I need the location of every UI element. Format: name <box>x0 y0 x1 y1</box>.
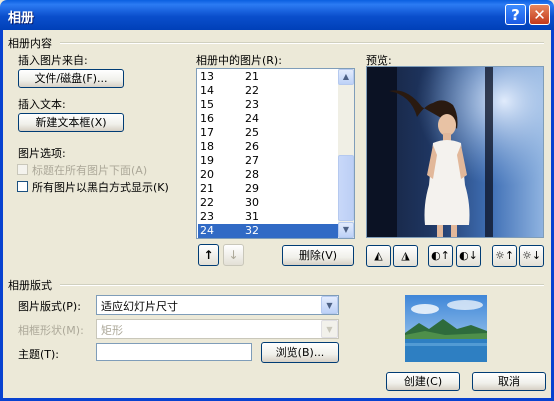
list-item-picture-number: 30 <box>245 196 259 209</box>
album-layout-divider <box>60 284 544 286</box>
dropdown-arrow-icon[interactable]: ▼ <box>321 320 338 338</box>
list-item-slide-number: 13 <box>200 70 214 83</box>
brightness-down-button[interactable]: ☼↓ <box>519 245 544 267</box>
contrast-up-icon: ◐↑ <box>431 249 450 262</box>
file-disk-button[interactable]: 文件/磁盘(F)... <box>18 69 124 88</box>
contrast-up-button[interactable]: ◐↑ <box>428 245 453 267</box>
list-item-picture-number: 25 <box>245 126 259 139</box>
list-item-slide-number: 19 <box>200 154 214 167</box>
cancel-button[interactable]: 取消 <box>472 372 546 391</box>
frame-shape-value: 矩形 <box>101 324 123 337</box>
list-item-slide-number: 15 <box>200 98 214 111</box>
contrast-down-icon: ◐↓ <box>459 249 478 262</box>
list-item-slide-number: 24 <box>200 224 214 237</box>
list-item-picture-number: 24 <box>245 112 259 125</box>
caption-below-checkbox[interactable] <box>17 164 28 175</box>
help-button[interactable]: ? <box>505 4 526 25</box>
all-bw-checkbox[interactable] <box>17 181 28 192</box>
list-item[interactable]: 19 27 <box>198 154 338 168</box>
picture-options-label: 图片选项: <box>18 147 66 160</box>
album-layout-heading: 相册版式 <box>8 279 52 292</box>
list-item[interactable]: 14 22 <box>198 84 338 98</box>
list-item-picture-number: 26 <box>245 140 259 153</box>
list-item-slide-number: 17 <box>200 126 214 139</box>
all-bw-label: 所有图片以黑白方式显示(K) <box>32 181 169 194</box>
new-textbox-button[interactable]: 新建文本框(X) <box>18 113 124 132</box>
layout-thumbnail-image <box>404 294 488 363</box>
list-item-picture-number: 21 <box>245 70 259 83</box>
contrast-down-button[interactable]: ◐↓ <box>456 245 481 267</box>
list-item-slide-number: 16 <box>200 112 214 125</box>
close-button[interactable]: ✕ <box>529 4 550 25</box>
caption-below-label: 标题在所有图片下面(A) <box>32 164 148 177</box>
picture-layout-value: 适应幻灯片尺寸 <box>101 300 178 313</box>
pictures-list-label: 相册中的图片(R): <box>196 54 282 67</box>
theme-input[interactable] <box>96 343 252 361</box>
title-bar <box>0 0 554 30</box>
brightness-up-icon: ☼↑ <box>494 249 515 262</box>
scroll-thumb[interactable] <box>338 155 354 221</box>
list-item-slide-number: 21 <box>200 182 214 195</box>
pictures-listbox[interactable]: 13 21 14 22 15 23 16 24 17 25 18 26 19 27 20 28 21 29 22 30… <box>196 68 355 239</box>
list-item-slide-number: 22 <box>200 196 214 209</box>
list-item[interactable]: 13 21 <box>198 70 338 84</box>
list-item[interactable]: 15 23 <box>198 98 338 112</box>
insert-text-label: 插入文本: <box>18 98 66 111</box>
rotate-left-button[interactable]: ◭ <box>366 245 391 267</box>
move-up-button[interactable]: ↑ <box>198 244 219 266</box>
list-item-picture-number: 28 <box>245 168 259 181</box>
scroll-down-arrow-icon[interactable]: ▼ <box>338 222 354 238</box>
album-content-divider <box>60 42 544 44</box>
frame-shape-select[interactable]: 矩形 ▼ <box>96 319 339 339</box>
picture-layout-select[interactable]: 适应幻灯片尺寸 ▼ <box>96 295 339 315</box>
list-item-slide-number: 18 <box>200 140 214 153</box>
album-content-heading: 相册内容 <box>8 37 52 50</box>
list-item-slide-number: 23 <box>200 210 214 223</box>
list-item[interactable]: 23 31 <box>198 210 338 224</box>
list-scrollbar[interactable]: ▲ ▼ <box>338 69 354 238</box>
window-title: 相册 <box>8 11 35 26</box>
list-item-slide-number: 14 <box>200 84 214 97</box>
preview-image <box>366 66 544 238</box>
list-item-picture-number: 22 <box>245 84 259 97</box>
brightness-up-button[interactable]: ☼↑ <box>492 245 517 267</box>
rotate-left-icon: ◭ <box>374 249 383 262</box>
picture-layout-label: 图片版式(P): <box>18 300 81 313</box>
rotate-right-icon: ◮ <box>401 249 410 262</box>
list-item-picture-number: 27 <box>245 154 259 167</box>
list-item[interactable]: 17 25 <box>198 126 338 140</box>
list-item-picture-number: 32 <box>245 224 259 237</box>
brightness-down-icon: ☼↓ <box>521 249 542 262</box>
frame-shape-label: 相框形状(M): <box>18 324 84 337</box>
dropdown-arrow-icon[interactable]: ▼ <box>321 296 338 314</box>
create-button[interactable]: 创建(C) <box>386 372 460 391</box>
list-item-picture-number: 31 <box>245 210 259 223</box>
list-item[interactable]: 22 30 <box>198 196 338 210</box>
insert-from-label: 插入图片来自: <box>18 54 88 67</box>
window-frame-left <box>0 30 3 401</box>
move-down-button[interactable]: ↓ <box>223 244 244 266</box>
list-item[interactable]: 24 32 <box>198 224 338 238</box>
list-item[interactable]: 16 24 <box>198 112 338 126</box>
list-item[interactable]: 21 29 <box>198 182 338 196</box>
list-item[interactable]: 20 28 <box>198 168 338 182</box>
list-item-picture-number: 23 <box>245 98 259 111</box>
theme-label: 主题(T): <box>18 348 60 361</box>
list-item[interactable]: 18 26 <box>198 140 338 154</box>
browse-button[interactable]: 浏览(B)... <box>261 342 339 363</box>
rotate-right-button[interactable]: ◮ <box>393 245 418 267</box>
delete-button[interactable]: 删除(V) <box>282 245 354 266</box>
scroll-up-arrow-icon[interactable]: ▲ <box>338 69 354 85</box>
list-item-picture-number: 29 <box>245 182 259 195</box>
list-item-slide-number: 20 <box>200 168 214 181</box>
